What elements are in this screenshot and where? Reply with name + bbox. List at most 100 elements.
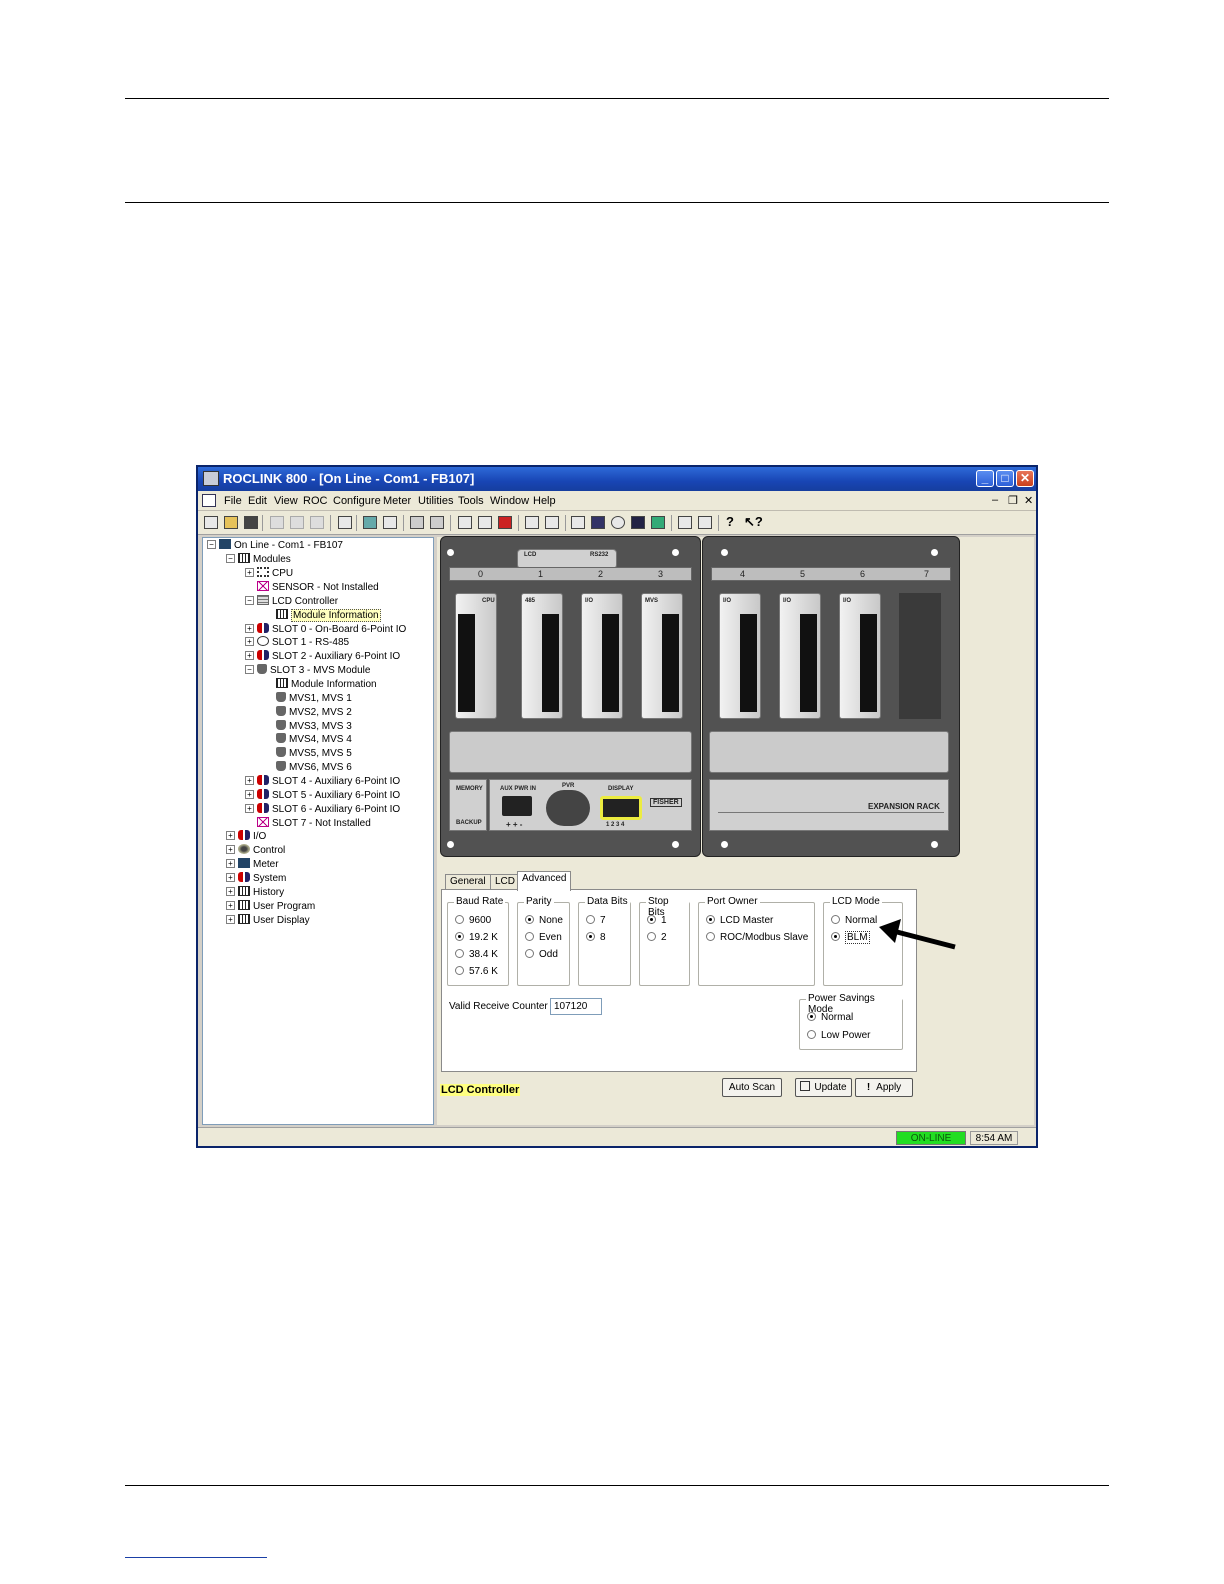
stop-bits-1-radio[interactable]: 1 bbox=[647, 915, 667, 926]
comm-port-icon[interactable] bbox=[571, 516, 585, 529]
power-low-power-radio[interactable]: Low Power bbox=[807, 1030, 870, 1041]
tree-mvs4[interactable]: MVS4, MVS 4 bbox=[276, 733, 352, 745]
collapse-icon[interactable]: − bbox=[245, 596, 254, 605]
baud-19200-radio[interactable]: 19.2 K bbox=[455, 932, 498, 943]
tree-mvs6[interactable]: MVS6, MVS 6 bbox=[276, 761, 352, 773]
auto-scan-button[interactable]: Auto Scan bbox=[722, 1078, 782, 1097]
menu-utilities[interactable]: Utilities bbox=[418, 495, 453, 507]
discrete-input-icon[interactable] bbox=[478, 516, 492, 529]
cpu-module[interactable]: CPU bbox=[455, 593, 497, 719]
flag-icon[interactable] bbox=[591, 516, 605, 529]
expand-icon[interactable]: + bbox=[245, 568, 254, 577]
power-normal-radio[interactable]: Normal bbox=[807, 1012, 853, 1023]
expand-icon[interactable]: + bbox=[245, 776, 254, 785]
tree-mvs3[interactable]: MVS3, MVS 3 bbox=[276, 720, 352, 732]
tree-root[interactable]: − On Line - Com1 - FB107 bbox=[207, 539, 343, 551]
menu-tools[interactable]: Tools bbox=[458, 495, 484, 507]
new-icon[interactable] bbox=[204, 516, 218, 529]
mdi-close-icon[interactable]: ✕ bbox=[1024, 494, 1033, 507]
collapse-icon[interactable]: − bbox=[245, 665, 254, 674]
cut-icon[interactable] bbox=[270, 516, 284, 529]
expand-icon[interactable]: + bbox=[245, 624, 254, 633]
display-icon[interactable] bbox=[631, 516, 645, 529]
tree-slot2[interactable]: + SLOT 2 - Auxiliary 6-Point IO bbox=[245, 650, 400, 662]
close-button[interactable]: ✕ bbox=[1016, 470, 1034, 487]
slot2-module[interactable]: I/O bbox=[581, 593, 623, 719]
tree-slot3-module-information[interactable]: Module Information bbox=[276, 678, 377, 690]
expand-icon[interactable]: + bbox=[226, 901, 235, 910]
expand-icon[interactable]: + bbox=[226, 831, 235, 840]
port-owner-roc-modbus-slave-radio[interactable]: ROC/Modbus Slave bbox=[706, 932, 808, 943]
port-owner-lcd-master-radio[interactable]: LCD Master bbox=[706, 915, 773, 926]
tree-slot5[interactable]: + SLOT 5 - Auxiliary 6-Point IO bbox=[245, 789, 400, 801]
lcd-mode-blm-radio[interactable]: BLM bbox=[831, 931, 870, 944]
display-connector[interactable] bbox=[600, 796, 642, 820]
slot1-module[interactable]: 485 bbox=[521, 593, 563, 719]
tree-slot3[interactable]: − SLOT 3 - MVS Module bbox=[245, 664, 370, 676]
collapse-icon[interactable]: − bbox=[226, 554, 235, 563]
expand-icon[interactable]: + bbox=[226, 873, 235, 882]
document-icon[interactable] bbox=[202, 494, 216, 507]
fst-icon[interactable] bbox=[545, 516, 559, 529]
menu-edit[interactable]: Edit bbox=[248, 495, 267, 507]
open-icon[interactable] bbox=[224, 516, 238, 529]
tree-user-program[interactable]: + User Program bbox=[226, 900, 315, 912]
tree-control[interactable]: + Control bbox=[226, 844, 285, 856]
expand-icon[interactable]: + bbox=[226, 859, 235, 868]
menu-help[interactable]: Help bbox=[533, 495, 556, 507]
baud-38400-radio[interactable]: 38.4 K bbox=[455, 949, 498, 960]
menu-configure[interactable]: Configure bbox=[333, 495, 381, 507]
tree-slot0[interactable]: + SLOT 0 - On-Board 6-Point IO bbox=[245, 623, 406, 635]
data-bits-8-radio[interactable]: 8 bbox=[586, 932, 606, 943]
tree-lcd-module-information[interactable]: Module Information bbox=[276, 609, 381, 622]
copy-icon[interactable] bbox=[290, 516, 304, 529]
help-icon[interactable]: ? bbox=[726, 514, 740, 529]
zoom-out-icon[interactable] bbox=[430, 516, 444, 529]
tree-io[interactable]: + I/O bbox=[226, 830, 266, 842]
tree-mvs1[interactable]: MVS1, MVS 1 bbox=[276, 692, 352, 704]
slot6-module[interactable]: I/O bbox=[839, 593, 881, 719]
expand-icon[interactable]: + bbox=[245, 637, 254, 646]
history-chart-icon[interactable] bbox=[678, 516, 692, 529]
save-icon[interactable] bbox=[244, 516, 258, 529]
tree-sensor[interactable]: SENSOR - Not Installed bbox=[257, 581, 379, 593]
parity-none-radio[interactable]: None bbox=[525, 915, 563, 926]
baud-57600-radio[interactable]: 57.6 K bbox=[455, 966, 498, 977]
analog-input-icon[interactable] bbox=[458, 516, 472, 529]
tab-lcd[interactable]: LCD bbox=[490, 874, 521, 890]
clock-icon[interactable] bbox=[611, 516, 625, 529]
mdi-restore-icon[interactable]: ❐ bbox=[1008, 494, 1018, 507]
tree-slot4[interactable]: + SLOT 4 - Auxiliary 6-Point IO bbox=[245, 775, 400, 787]
slot5-module[interactable]: I/O bbox=[779, 593, 821, 719]
zoom-in-icon[interactable] bbox=[410, 516, 424, 529]
collapse-icon[interactable]: − bbox=[207, 540, 216, 549]
tree-slot6[interactable]: + SLOT 6 - Auxiliary 6-Point IO bbox=[245, 803, 400, 815]
stop-bits-2-radio[interactable]: 2 bbox=[647, 932, 667, 943]
empty-slot7[interactable] bbox=[899, 593, 941, 719]
apply-button[interactable]: ! Apply bbox=[855, 1078, 913, 1097]
direct-connect-icon[interactable] bbox=[383, 516, 397, 529]
parity-odd-radio[interactable]: Odd bbox=[525, 949, 558, 960]
expand-icon[interactable]: + bbox=[245, 790, 254, 799]
tree-mvs5[interactable]: MVS5, MVS 5 bbox=[276, 747, 352, 759]
menu-view[interactable]: View bbox=[274, 495, 298, 507]
menu-roc[interactable]: ROC bbox=[303, 495, 327, 507]
maximize-button[interactable]: □ bbox=[996, 470, 1014, 487]
tree-cpu[interactable]: + CPU bbox=[245, 567, 293, 579]
pid-icon[interactable] bbox=[525, 516, 539, 529]
connect-icon[interactable] bbox=[363, 516, 377, 529]
tree-meter[interactable]: + Meter bbox=[226, 858, 279, 870]
tree-mvs2[interactable]: MVS2, MVS 2 bbox=[276, 706, 352, 718]
baud-9600-radio[interactable]: 9600 bbox=[455, 915, 491, 926]
slot4-module[interactable]: I/O bbox=[719, 593, 761, 719]
context-help-icon[interactable]: ↖? bbox=[744, 514, 763, 529]
minimize-button[interactable]: _ bbox=[976, 470, 994, 487]
tree-slot1[interactable]: + SLOT 1 - RS-485 bbox=[245, 636, 349, 648]
title-bar[interactable]: ROCLINK 800 - [On Line - Com1 - FB107] _… bbox=[198, 467, 1036, 491]
tree-lcd-controller[interactable]: − LCD Controller bbox=[245, 595, 338, 607]
tree-slot7[interactable]: SLOT 7 - Not Installed bbox=[257, 817, 371, 829]
expand-icon[interactable]: + bbox=[226, 845, 235, 854]
menu-file[interactable]: File bbox=[224, 495, 242, 507]
data-bits-7-radio[interactable]: 7 bbox=[586, 915, 606, 926]
menu-meter[interactable]: Meter bbox=[383, 495, 411, 507]
